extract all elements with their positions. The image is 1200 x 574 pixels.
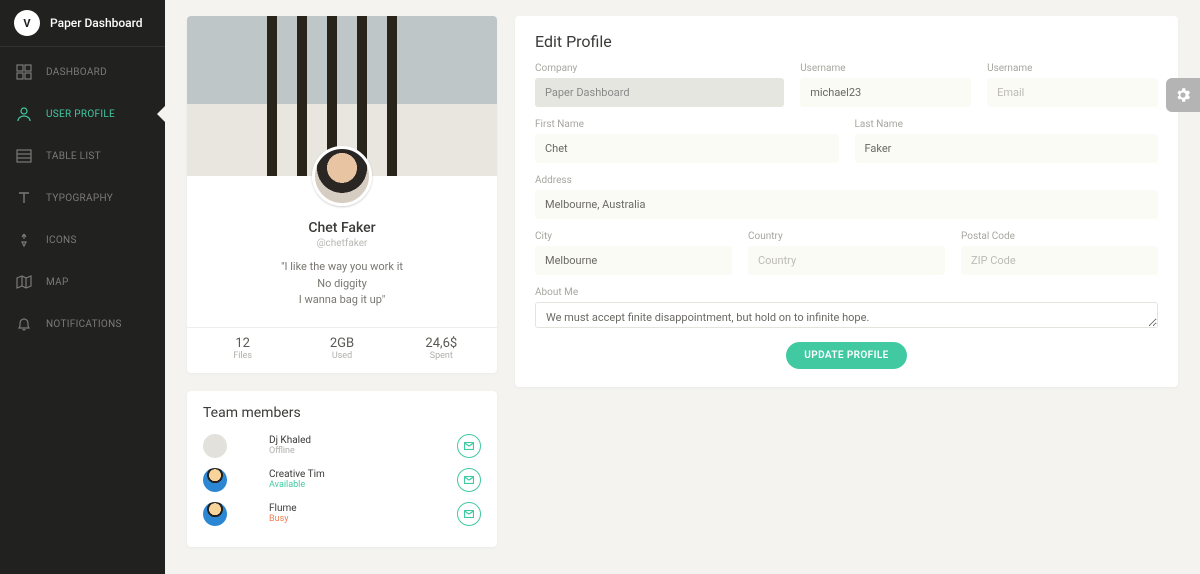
label-firstname: First Name	[535, 119, 839, 130]
team-row: Flume Busy	[203, 497, 481, 531]
sidebar-item-label: TABLE LIST	[46, 151, 101, 162]
label-city: City	[535, 231, 732, 242]
team-card: Team members Dj Khaled Offline Creative …	[187, 391, 497, 547]
team-member-status: Available	[269, 480, 457, 490]
label-username: Username	[800, 63, 971, 74]
stat-used: 2GB Used	[292, 336, 391, 361]
team-member-status: Offline	[269, 446, 457, 456]
team-message-button[interactable]	[457, 502, 481, 526]
team-row: Dj Khaled Offline	[203, 429, 481, 463]
sidebar-item-map[interactable]: MAP	[0, 261, 165, 303]
username-input[interactable]	[800, 78, 971, 107]
label-postal: Postal Code	[961, 231, 1158, 242]
label-lastname: Last Name	[855, 119, 1159, 130]
brand[interactable]: V Paper Dashboard	[0, 0, 165, 47]
sidebar-item-typography[interactable]: TYPOGRAPHY	[0, 177, 165, 219]
sidebar-item-table-list[interactable]: TABLE LIST	[0, 135, 165, 177]
team-member-status: Busy	[269, 514, 457, 524]
profile-handle: @chetfaker	[201, 238, 483, 249]
sidebar-nav: DASHBOARD USER PROFILE TABLE LIST TYPOGR…	[0, 47, 165, 345]
sidebar-item-label: TYPOGRAPHY	[46, 193, 113, 204]
stat-spent: 24,6$ Spent	[392, 336, 491, 361]
city-input[interactable]	[535, 246, 732, 275]
firstname-input[interactable]	[535, 134, 839, 163]
about-textarea[interactable]	[535, 302, 1158, 328]
stat-files: 12 Files	[193, 336, 292, 361]
settings-gear-button[interactable]	[1166, 78, 1200, 112]
profile-quote: "I like the way you work it No diggity I…	[201, 259, 483, 309]
profile-card: Chet Faker @chetfaker "I like the way yo…	[187, 16, 497, 373]
sidebar-item-notifications[interactable]: NOTIFICATIONS	[0, 303, 165, 345]
label-address: Address	[535, 175, 1158, 186]
sidebar: V Paper Dashboard DASHBOARD USER PROFILE…	[0, 0, 165, 574]
label-email: Username	[987, 63, 1158, 74]
bell-icon	[14, 314, 34, 334]
country-input[interactable]	[748, 246, 945, 275]
postal-input[interactable]	[961, 246, 1158, 275]
profile-name: Chet Faker	[201, 220, 483, 236]
lastname-input[interactable]	[855, 134, 1159, 163]
sidebar-item-icons[interactable]: ICONS	[0, 219, 165, 261]
user-icon	[14, 104, 34, 124]
sidebar-item-label: DASHBOARD	[46, 67, 107, 78]
team-avatar	[203, 434, 227, 458]
sidebar-item-label: USER PROFILE	[46, 109, 115, 120]
sidebar-item-label: MAP	[46, 277, 69, 288]
team-message-button[interactable]	[457, 434, 481, 458]
team-row: Creative Tim Available	[203, 463, 481, 497]
team-member-name: Creative Tim	[269, 469, 457, 480]
email-input[interactable]	[987, 78, 1158, 107]
dashboard-icon	[14, 62, 34, 82]
profile-stats: 12 Files 2GB Used 24,6$ Spent	[187, 327, 497, 373]
table-icon	[14, 146, 34, 166]
icons-icon	[14, 230, 34, 250]
label-company: Company	[535, 63, 784, 74]
edit-profile-card: Edit Profile Company Username Username	[515, 16, 1178, 387]
active-caret-icon	[157, 105, 166, 123]
team-title: Team members	[203, 405, 481, 421]
label-country: Country	[748, 231, 945, 242]
gear-icon	[1174, 86, 1192, 104]
update-profile-button[interactable]: UPDATE PROFILE	[786, 342, 906, 369]
main-content: Chet Faker @chetfaker "I like the way yo…	[165, 0, 1200, 563]
label-about: About Me	[535, 287, 1158, 298]
edit-profile-title: Edit Profile	[535, 32, 1158, 51]
sidebar-item-user-profile[interactable]: USER PROFILE	[0, 93, 165, 135]
team-avatar	[203, 502, 227, 526]
address-input[interactable]	[535, 190, 1158, 219]
sidebar-item-dashboard[interactable]: DASHBOARD	[0, 51, 165, 93]
team-message-button[interactable]	[457, 468, 481, 492]
profile-avatar[interactable]	[312, 146, 372, 206]
sidebar-item-label: ICONS	[46, 235, 77, 246]
team-member-name: Flume	[269, 503, 457, 514]
team-avatar	[203, 468, 227, 492]
company-input	[535, 78, 784, 107]
team-member-name: Dj Khaled	[269, 435, 457, 446]
brand-logo-icon: V	[14, 10, 40, 36]
typography-icon	[14, 188, 34, 208]
map-icon	[14, 272, 34, 292]
sidebar-item-label: NOTIFICATIONS	[46, 319, 122, 330]
brand-name: Paper Dashboard	[50, 16, 143, 30]
